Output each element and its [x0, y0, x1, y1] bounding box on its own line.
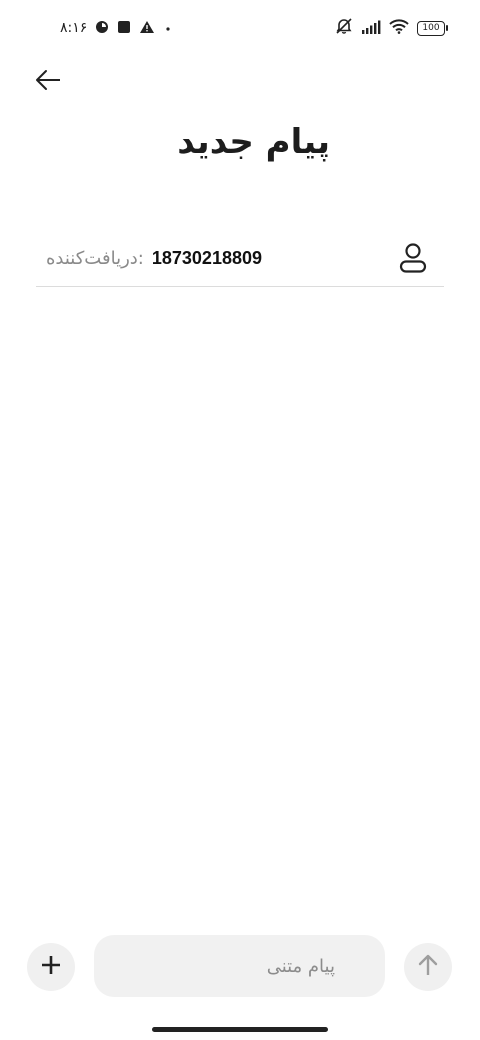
plus-icon: [40, 954, 62, 980]
composer: پیام متنی: [0, 935, 480, 999]
message-placeholder: پیام متنی: [266, 955, 335, 977]
arrow-up-icon: [417, 953, 439, 981]
status-bar: ۸:۱۶ 100: [0, 0, 480, 56]
status-right: 100: [335, 16, 448, 40]
home-indicator[interactable]: [152, 1027, 328, 1032]
status-time: ۸:۱۶: [60, 20, 88, 36]
recipient-row: دریافت‌کننده: 18730218809: [36, 230, 444, 287]
back-button[interactable]: [30, 64, 66, 100]
dot-icon: [163, 19, 173, 38]
add-attachment-button[interactable]: [27, 943, 75, 991]
data-saver-icon: [95, 19, 109, 38]
battery-icon: 100: [417, 20, 448, 36]
warning-icon: [139, 19, 155, 38]
recipient-field[interactable]: دریافت‌کننده: 18730218809: [46, 244, 262, 272]
send-button[interactable]: [404, 943, 452, 991]
person-icon[interactable]: [398, 242, 428, 274]
recipient-number: 18730218809: [151, 247, 262, 268]
status-left: ۸:۱۶: [60, 16, 173, 40]
muted-bell-icon: [335, 18, 353, 38]
recipient-label: دریافت‌کننده:: [46, 247, 144, 269]
page-title: پیام جدید: [177, 122, 330, 162]
wifi-icon: [389, 18, 409, 38]
arrow-left-icon: [34, 69, 62, 95]
stop-square-icon: [117, 19, 131, 38]
battery-tip: [446, 25, 448, 31]
battery-level: 100: [417, 20, 445, 36]
message-input[interactable]: پیام متنی: [94, 935, 385, 997]
signal-icon: [361, 19, 381, 38]
